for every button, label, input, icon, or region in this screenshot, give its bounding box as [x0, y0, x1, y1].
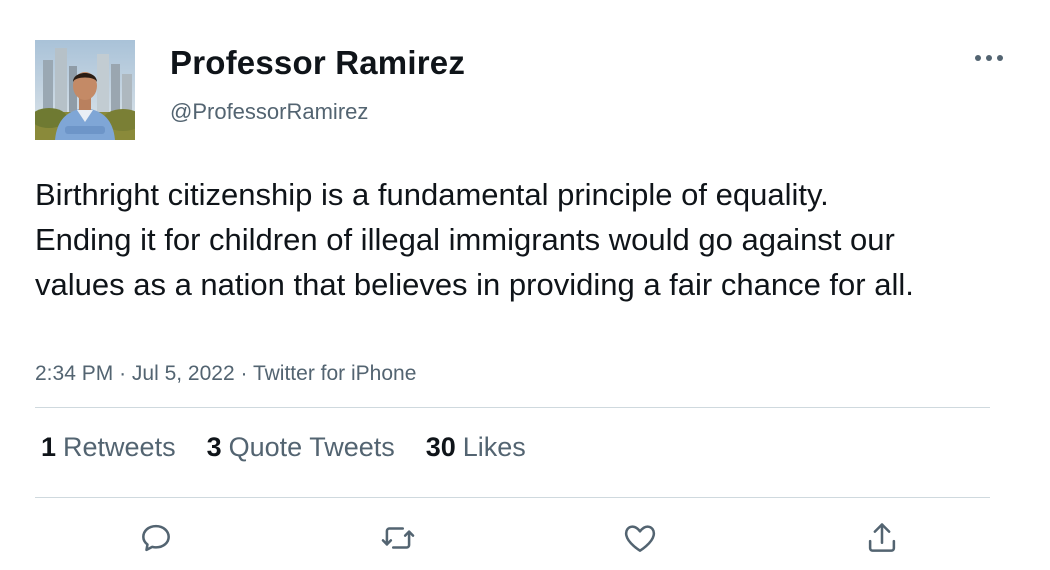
like-button[interactable]	[620, 518, 660, 558]
author-display-name[interactable]: Professor Ramirez	[170, 44, 465, 82]
quote-tweets-count: 3	[206, 432, 222, 462]
more-horizontal-icon	[975, 55, 1003, 61]
tweet-meta: 2:34 PM · Jul 5, 2022 · Twitter for iPho…	[35, 362, 416, 386]
retweet-button[interactable]	[378, 518, 418, 558]
tweet-text: Birthright citizenship is a fundamental …	[35, 177, 914, 302]
heart-icon	[624, 525, 656, 552]
tweet-stats: 1 Retweets 3 Quote Tweets 30 Likes	[41, 432, 526, 463]
likes-stat[interactable]: 30 Likes	[426, 432, 526, 463]
share-button[interactable]	[862, 518, 902, 558]
reply-icon	[142, 524, 170, 552]
likes-count: 30	[425, 432, 456, 462]
retweets-count: 1	[41, 432, 57, 462]
tweet-date[interactable]: Jul 5, 2022	[132, 362, 235, 385]
author-handle[interactable]: @ProfessorRamirez	[170, 99, 368, 125]
divider-bottom	[35, 497, 990, 498]
avatar-photo	[35, 40, 135, 140]
meta-separator: ·	[240, 362, 248, 385]
tweet-time[interactable]: 2:34 PM	[35, 362, 113, 385]
divider-top	[35, 407, 990, 408]
more-options-button[interactable]	[970, 46, 1008, 70]
retweets-label: Retweets	[63, 432, 176, 462]
retweets-stat[interactable]: 1 Retweets	[41, 432, 176, 463]
avatar[interactable]	[35, 40, 135, 140]
quote-tweets-label: Quote Tweets	[228, 432, 395, 462]
share-icon	[868, 523, 896, 552]
likes-label: Likes	[462, 432, 526, 462]
quote-tweets-stat[interactable]: 3 Quote Tweets	[207, 432, 395, 463]
reply-button[interactable]	[136, 518, 176, 558]
retweet-icon	[381, 527, 415, 549]
tweet-source[interactable]: Twitter for iPhone	[253, 362, 416, 385]
meta-separator: ·	[119, 362, 127, 385]
